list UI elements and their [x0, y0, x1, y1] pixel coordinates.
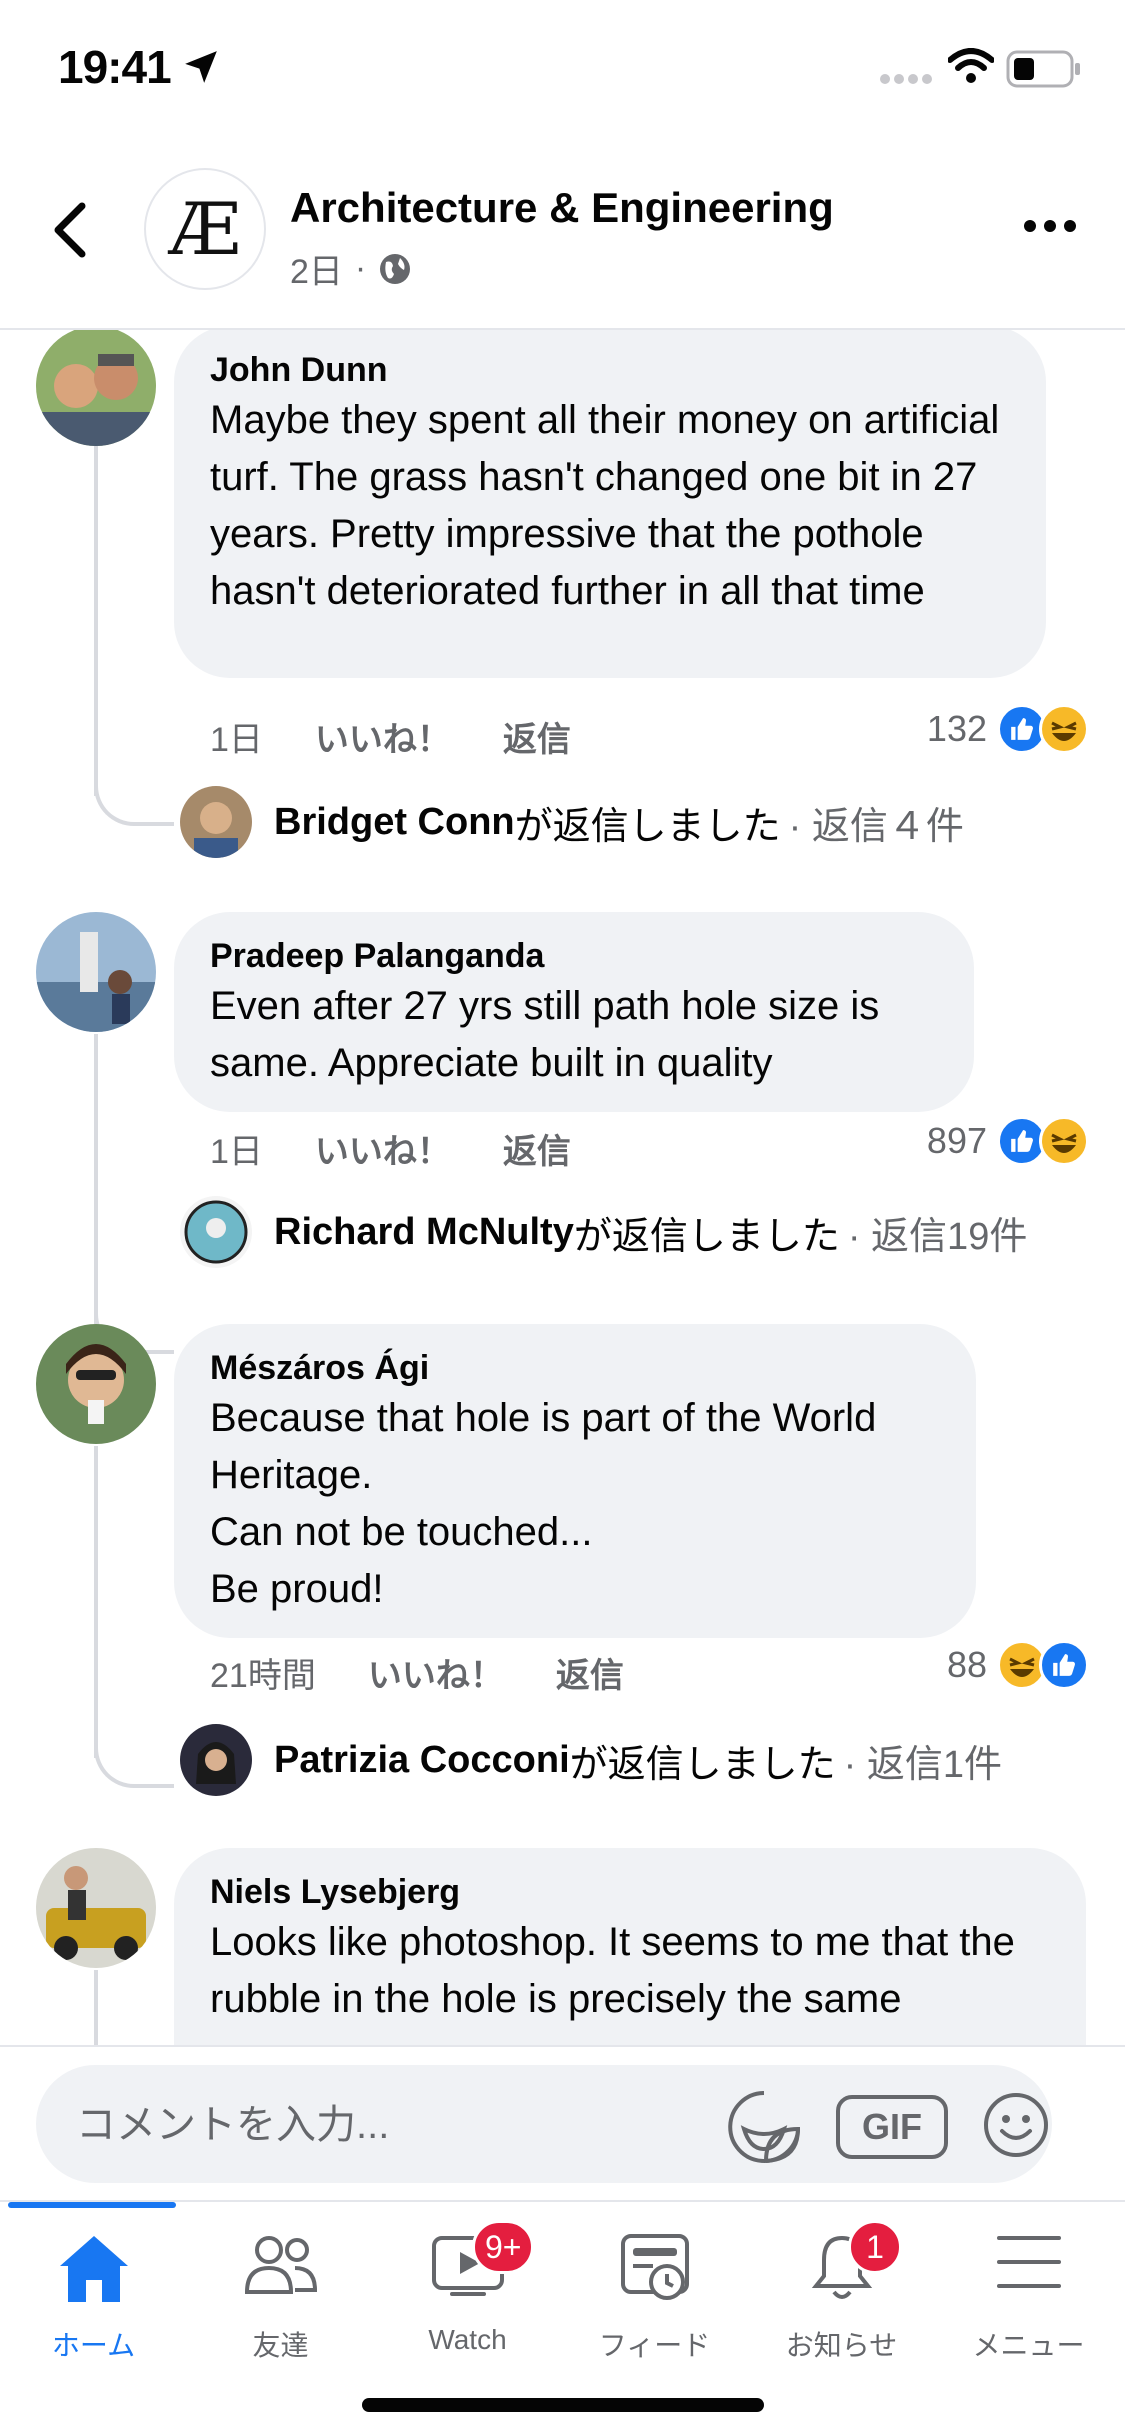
reply-author-avatar — [180, 1724, 252, 1796]
tab-notifications[interactable]: 1 お知らせ — [748, 2202, 935, 2382]
notification-badge: 1 — [848, 2220, 902, 2274]
like-reaction-icon — [1039, 1640, 1089, 1690]
reply-verb: が返信しました — [569, 1743, 836, 1786]
reaction-summary[interactable]: 88 — [947, 1640, 1089, 1690]
haha-reaction-icon — [1039, 704, 1089, 754]
menu-icon — [996, 2236, 1061, 2288]
reaction-count: 897 — [926, 1120, 987, 1161]
comment-age: 21時間 — [210, 1657, 316, 1695]
feed-icon — [620, 2234, 689, 2300]
reply-button[interactable]: 返信 — [503, 712, 571, 761]
comment-author[interactable]: Niels Lysebjerg — [210, 1870, 1050, 1914]
tab-label: 友達 — [252, 2330, 309, 2361]
reply-author-name: Richard McNulty — [274, 1210, 574, 1253]
comment-bubble[interactable]: Mészáros Ági Because that hole is part o… — [174, 1324, 976, 1638]
comment-text: Looks like photoshop. It seems to me tha… — [210, 1920, 1015, 2021]
home-icon — [59, 2236, 128, 2302]
post-header: Æ Architecture & Engineering 2日 · — [0, 140, 1125, 330]
group-name[interactable]: Architecture & Engineering — [290, 184, 834, 232]
post-meta: 2日 · — [290, 244, 412, 293]
haha-reaction-icon — [1039, 1116, 1089, 1166]
sticker-icon[interactable] — [726, 2089, 802, 2165]
reply-count: · 返信1件 — [843, 1743, 1003, 1786]
battery-icon — [1006, 50, 1080, 88]
comment-author[interactable]: John Dunn — [210, 348, 1010, 392]
tab-label: Watch — [428, 2324, 507, 2355]
view-replies-link[interactable]: Patrizia Cocconi が返信しました · 返信1件 — [180, 1724, 1002, 1796]
tab-label: ホーム — [51, 2330, 136, 2361]
comment-actions: 1日 いいね！ 返信 — [210, 712, 571, 761]
comment-author-avatar[interactable] — [36, 1848, 156, 1968]
tab-menu[interactable]: メニュー — [935, 2202, 1122, 2382]
reply-verb: が返信しました — [573, 1215, 840, 1258]
location-arrow-icon — [185, 51, 217, 83]
comment-text-line: Be proud! — [210, 1567, 384, 1611]
group-avatar[interactable]: Æ — [144, 168, 266, 290]
home-indicator — [362, 2398, 764, 2412]
comment-input-container[interactable]: GIF — [36, 2065, 1052, 2183]
comment-author[interactable]: Pradeep Palanganda — [210, 934, 938, 978]
tab-watch[interactable]: 9+ Watch — [374, 2202, 561, 2382]
tab-label: フィード — [598, 2330, 711, 2361]
tab-label: メニュー — [972, 2330, 1085, 2361]
comment-actions: 1日 いいね！ 返信 — [210, 1124, 571, 1173]
comment-age: 1日 — [210, 1133, 263, 1171]
reply-author-name: Patrizia Cocconi — [274, 1738, 570, 1781]
comment-input[interactable] — [76, 2095, 716, 2155]
comment-author-avatar[interactable] — [36, 330, 156, 446]
comment-text-line: Because that hole is part of the World H… — [210, 1396, 877, 1497]
reaction-count: 88 — [946, 1644, 987, 1685]
like-button[interactable]: いいね！ — [315, 712, 451, 761]
reply-author-avatar — [180, 786, 252, 858]
gif-button[interactable]: GIF — [836, 2095, 948, 2159]
emoji-icon[interactable] — [982, 2091, 1050, 2159]
comment-age: 1日 — [210, 721, 263, 759]
comment-text-line: Can not be touched... — [210, 1510, 593, 1554]
status-bar: 19:41 — [0, 0, 1125, 140]
globe-icon — [380, 253, 411, 284]
tab-friends[interactable]: 友達 — [187, 2202, 374, 2382]
reaction-summary[interactable]: 132 — [927, 704, 1089, 754]
reaction-summary[interactable]: 897 — [927, 1116, 1089, 1166]
comment-author-avatar[interactable] — [36, 912, 156, 1032]
status-time: 19:41 — [58, 41, 172, 93]
tab-home[interactable]: ホーム — [0, 2202, 187, 2382]
post-age: 2日 — [290, 253, 343, 291]
comment-author[interactable]: Mészáros Ági — [210, 1346, 940, 1390]
wifi-icon — [948, 48, 994, 83]
signal-icon — [880, 74, 932, 84]
tab-feed[interactable]: フィード — [561, 2202, 748, 2382]
reply-button[interactable]: 返信 — [556, 1648, 624, 1697]
reply-verb: が返信しました — [514, 805, 781, 848]
reply-button[interactable]: 返信 — [503, 1124, 571, 1173]
back-arrow-icon[interactable] — [48, 200, 92, 260]
notification-badge: 9+ — [472, 2220, 535, 2274]
view-replies-link[interactable]: Bridget Conn が返信しました · 返信４件 — [180, 786, 964, 858]
reply-count: · 返信４件 — [788, 805, 964, 848]
comment-bubble[interactable]: John Dunn Maybe they spent all their mon… — [174, 330, 1046, 678]
more-options-icon[interactable] — [1024, 220, 1076, 232]
reply-author-name: Bridget Conn — [274, 800, 515, 843]
comment-bubble[interactable]: Niels Lysebjerg Looks like photoshop. It… — [174, 1848, 1086, 2045]
comment-bubble[interactable]: Pradeep Palanganda Even after 27 yrs sti… — [174, 912, 974, 1112]
comment-composer: GIF — [0, 2045, 1125, 2200]
comments-list: John Dunn Maybe they spent all their mon… — [0, 330, 1125, 2045]
comment-actions: 21時間 いいね！ 返信 — [210, 1648, 624, 1697]
view-replies-link[interactable]: Richard McNulty が返信しました · 返信19件 — [180, 1196, 1027, 1268]
like-button[interactable]: いいね！ — [368, 1648, 504, 1697]
reaction-count: 132 — [926, 708, 987, 749]
comment-author-avatar[interactable] — [36, 1324, 156, 1444]
like-button[interactable]: いいね！ — [315, 1124, 451, 1173]
reply-count: · 返信19件 — [847, 1215, 1028, 1258]
tab-label: お知らせ — [785, 2330, 898, 2361]
comment-text: Even after 27 yrs still path hole size i… — [210, 984, 880, 1085]
comment-text: Maybe they spent all their money on arti… — [210, 398, 1000, 613]
meta-separator: · — [354, 249, 367, 287]
reply-author-avatar — [180, 1196, 252, 1268]
friends-icon — [244, 2236, 317, 2294]
